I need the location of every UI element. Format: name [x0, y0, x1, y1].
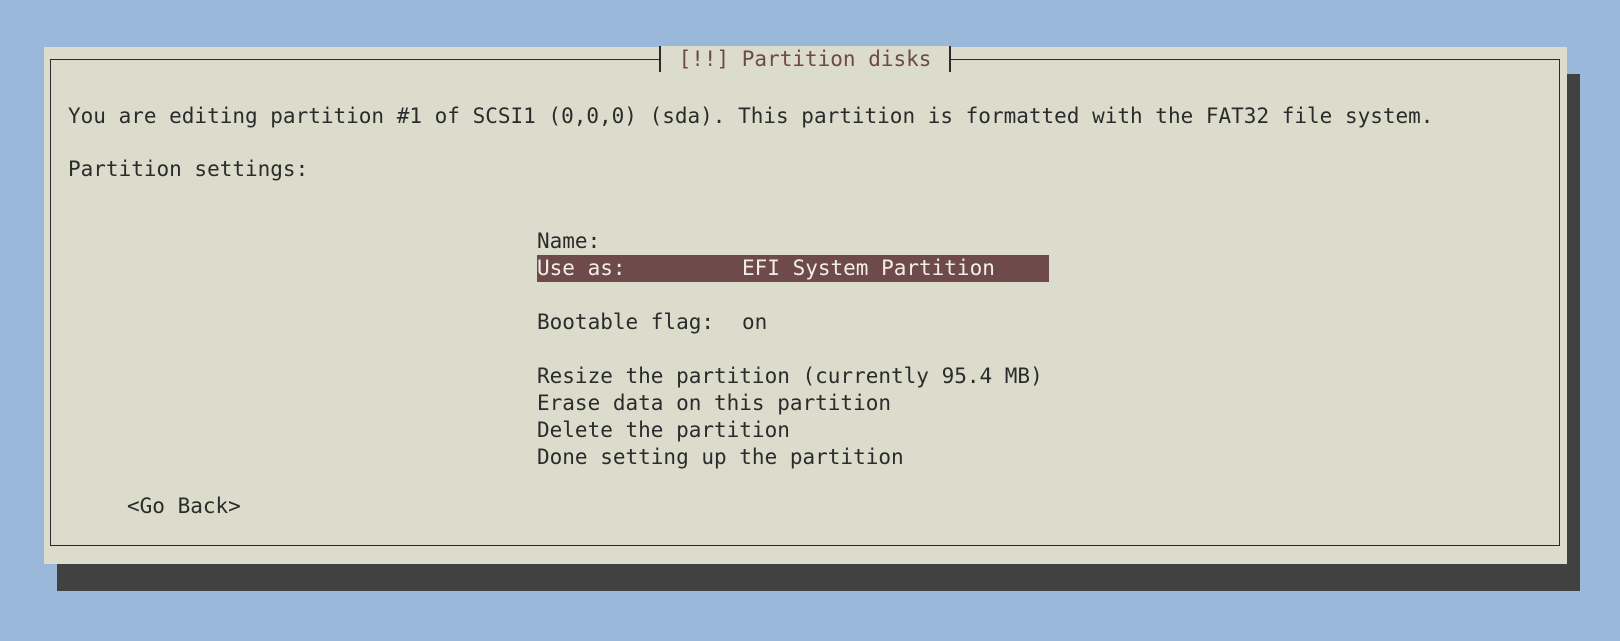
settings-label: Partition settings: [68, 157, 309, 181]
bootable-flag-value: on [742, 310, 768, 334]
partition-description: You are editing partition #1 of SCSI1 (0… [68, 104, 1434, 128]
partition-settings-menu: Name: Use as: EFI System Partition Boota… [537, 228, 1049, 471]
dialog-title-bar: [!!] Partition disks [51, 46, 1559, 74]
menu-item-done[interactable]: Done setting up the partition [537, 444, 1049, 471]
dialog-frame: [!!] Partition disks You are editing par… [50, 46, 1560, 546]
installer-screen: [!!] Partition disks You are editing par… [0, 0, 1620, 641]
dialog-title: [!!] Partition disks [658, 46, 952, 72]
name-label: Name: [537, 229, 601, 253]
partition-dialog: [!!] Partition disks You are editing par… [44, 46, 1567, 564]
delete-label: Delete the partition [537, 418, 790, 442]
done-label: Done setting up the partition [537, 445, 904, 469]
use-as-value: EFI System Partition [742, 256, 995, 280]
erase-label: Erase data on this partition [537, 391, 892, 415]
menu-item-resize[interactable]: Resize the partition (currently 95.4 MB) [537, 363, 1049, 390]
menu-item-erase[interactable]: Erase data on this partition [537, 390, 1049, 417]
menu-item-use-as[interactable]: Use as: EFI System Partition [537, 255, 1049, 282]
menu-item-delete[interactable]: Delete the partition [537, 417, 1049, 444]
bootable-flag-label: Bootable flag: [537, 310, 715, 334]
menu-item-bootable-flag[interactable]: Bootable flag: on [537, 309, 1049, 336]
menu-item-name[interactable]: Name: [537, 228, 1049, 255]
use-as-label: Use as: [537, 256, 626, 280]
go-back-button[interactable]: <Go Back> [127, 493, 241, 520]
resize-label: Resize the partition (currently 95.4 MB) [537, 364, 1043, 388]
